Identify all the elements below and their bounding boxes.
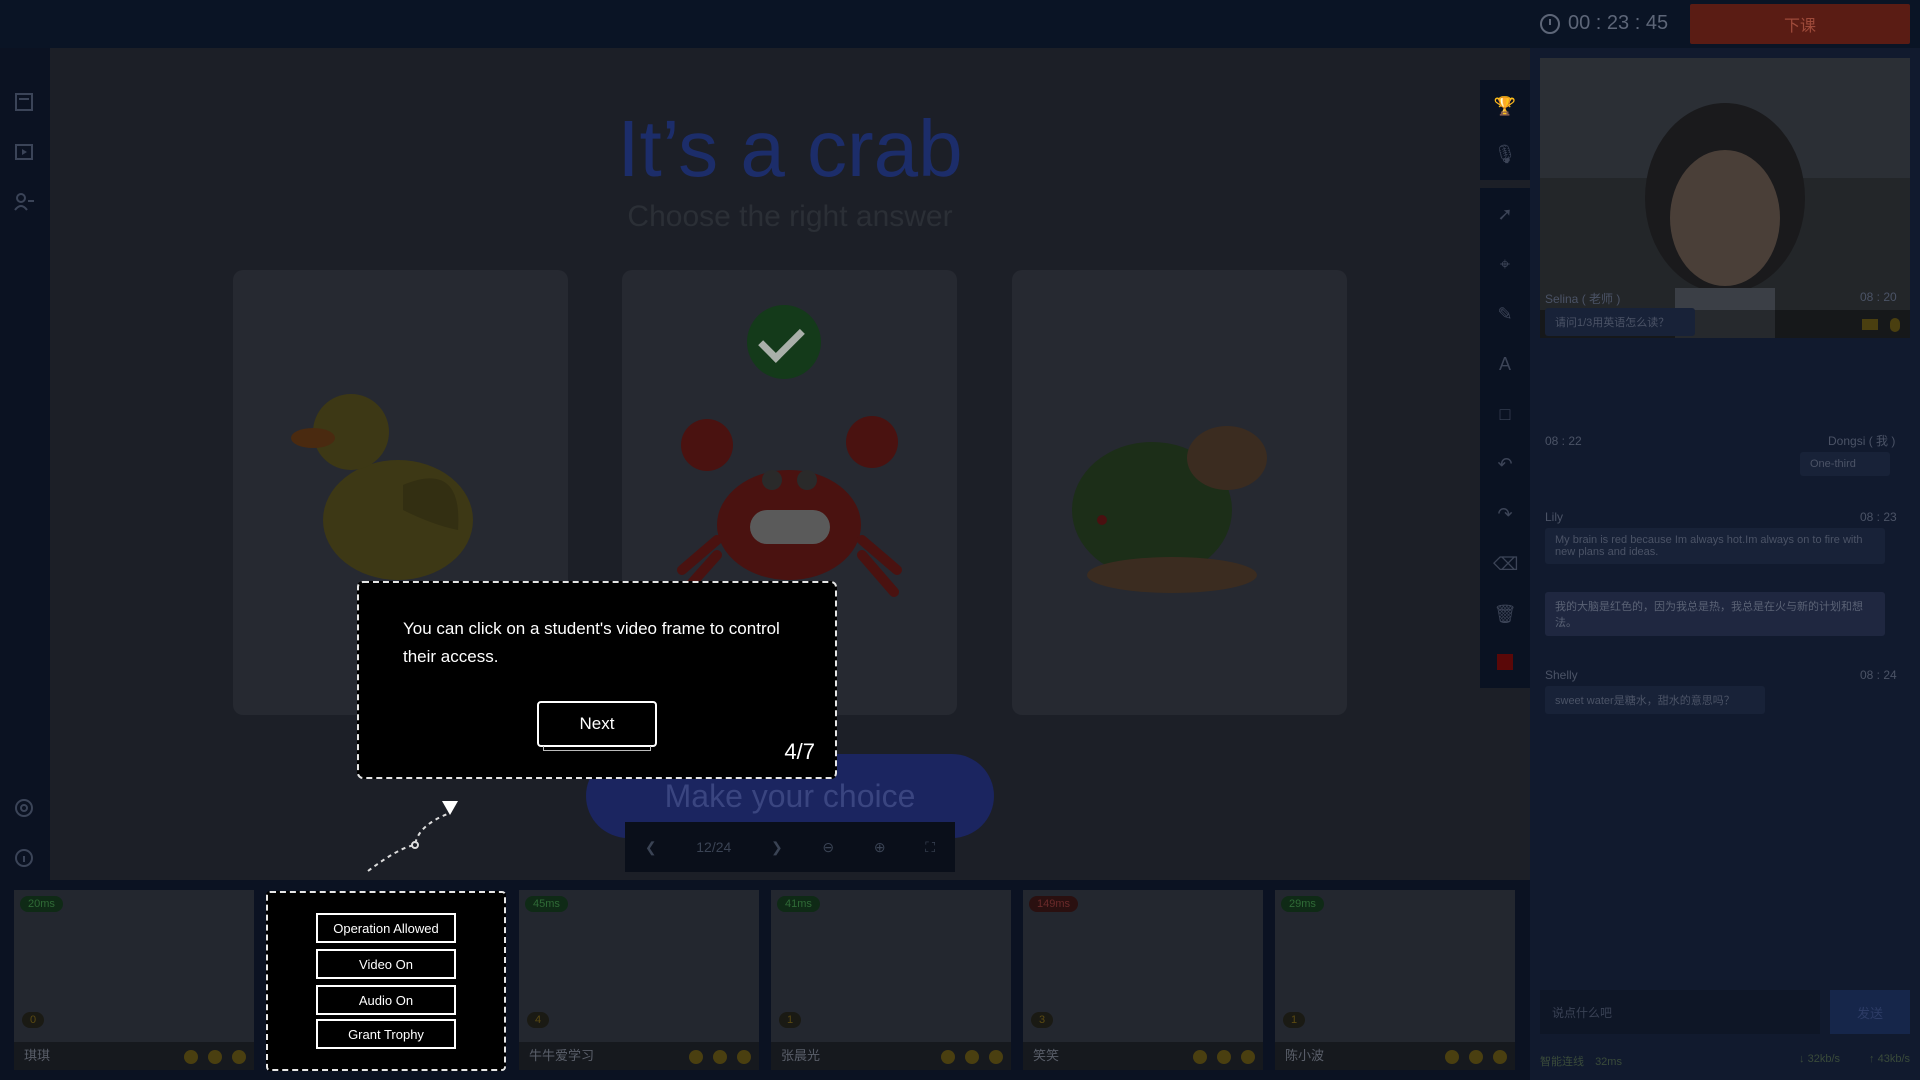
microphone-icon[interactable]: 🎙 xyxy=(1493,142,1517,166)
operation-allowed-button[interactable]: Operation Allowed xyxy=(316,913,456,943)
chat-time: 08 : 23 xyxy=(1860,510,1897,524)
pen-icon[interactable] xyxy=(1493,1050,1507,1064)
chat-translation: 我的大脑是红色的，因为我总是热，我总是在火与新的计划和想法。 xyxy=(1545,592,1885,636)
choice-card-turtle[interactable] xyxy=(1012,270,1347,715)
pen-icon[interactable] xyxy=(737,1050,751,1064)
chat-bubble: sweet water是糖水，甜水的意思吗？ xyxy=(1545,686,1765,714)
student-video[interactable]: 41ms 1 张晨光 xyxy=(771,890,1011,1070)
chat-bubble: One-third xyxy=(1800,452,1890,476)
chat-bubble: My brain is red because Im always hot.Im… xyxy=(1545,528,1885,564)
color-picker-icon[interactable] xyxy=(1493,652,1517,676)
chat-time: 08 : 20 xyxy=(1860,290,1897,304)
mic-icon[interactable] xyxy=(1890,318,1900,332)
tutorial-arrow-icon xyxy=(367,801,458,872)
chat-input[interactable]: 说点什么吧 xyxy=(1540,990,1820,1034)
trophy-badge: 1 xyxy=(779,1012,802,1028)
slide-pager: ❮ 12/24 ❯ ⊖ ⊕ ⛶ xyxy=(625,822,955,872)
ping-badge: 29ms xyxy=(1281,896,1324,912)
zoom-in-icon[interactable]: ⊕ xyxy=(874,839,886,856)
trophy-icon[interactable]: 🏆 xyxy=(1493,94,1517,118)
download-rate: ↓ 32kb/s xyxy=(1799,1053,1840,1065)
user-icon[interactable] xyxy=(965,1050,979,1064)
pen-icon[interactable] xyxy=(989,1050,1003,1064)
next-button[interactable]: Next xyxy=(537,701,657,751)
left-nav xyxy=(0,48,50,880)
pen-icon[interactable]: ✎ xyxy=(1493,302,1517,326)
chat-bubble: 请问1/3用英语怎么读？ xyxy=(1545,308,1695,336)
trash-icon[interactable]: 🗑 xyxy=(1493,602,1517,626)
chat-time: 08 : 24 xyxy=(1860,668,1897,682)
latency: 32ms xyxy=(1595,1056,1622,1068)
end-class-button[interactable]: 下课 xyxy=(1690,4,1910,44)
zoom-out-icon[interactable]: ⊖ xyxy=(822,839,834,856)
tutorial-tooltip: You can click on a student's video frame… xyxy=(357,581,837,779)
mic-icon[interactable] xyxy=(941,1050,955,1064)
ping-badge: 20ms xyxy=(20,896,63,912)
redo-icon[interactable]: ↷ xyxy=(1493,502,1517,526)
chat-sender: Lily xyxy=(1545,510,1564,524)
courseware-icon[interactable] xyxy=(12,90,36,114)
text-icon[interactable]: A xyxy=(1493,352,1517,376)
upload-rate: ↑ 43kb/s xyxy=(1869,1053,1910,1065)
camera-icon[interactable] xyxy=(1862,319,1878,330)
trophy-badge: 1 xyxy=(1283,1012,1306,1028)
media-toolbar: 🏆 🎙 xyxy=(1480,80,1530,180)
pen-icon[interactable] xyxy=(1241,1050,1255,1064)
trophy-badge: 0 xyxy=(22,1012,45,1028)
slide-subtitle: Choose the right answer xyxy=(627,200,953,233)
drawing-toolbar: ➚ ⌖ ✎ A □ ↶ ↷ ⌫ 🗑 xyxy=(1480,188,1530,688)
right-panel: Selina Selina ( 老师 ) 08 : 20 请问1/3用英语怎么读… xyxy=(1530,48,1920,1080)
chat-sender: Shelly xyxy=(1545,668,1578,682)
timer-text: 00 : 23 : 45 xyxy=(1568,12,1669,34)
pen-icon[interactable] xyxy=(232,1050,246,1064)
student-control-menu: Operation Allowed Video On Audio On Gran… xyxy=(266,891,506,1071)
send-button[interactable]: 发送 xyxy=(1830,990,1910,1034)
video-on-button[interactable]: Video On xyxy=(316,949,456,979)
top-bar: 00 : 23 : 45 下课 xyxy=(0,0,1920,48)
mic-icon[interactable] xyxy=(1445,1050,1459,1064)
chat-sender: Selina ( 老师 ) xyxy=(1545,292,1621,306)
grant-trophy-button[interactable]: Grant Trophy xyxy=(316,1019,456,1049)
pointer-icon[interactable]: ➚ xyxy=(1493,202,1517,226)
slide-title: It’s a crab xyxy=(617,104,963,193)
tooltip-step: 4/7 xyxy=(784,739,815,764)
settings-icon[interactable] xyxy=(12,796,36,820)
user-icon[interactable] xyxy=(208,1050,222,1064)
ping-badge: 45ms xyxy=(525,896,568,912)
prev-page-icon[interactable]: ❮ xyxy=(645,839,657,856)
status-bar: 智能连线 32ms ↑ 43kb/s ↓ 32kb/s xyxy=(1540,1053,1910,1073)
video-icon[interactable] xyxy=(12,140,36,164)
chat-sender: Dongsi ( 我 ) xyxy=(1828,434,1896,448)
user-icon[interactable] xyxy=(713,1050,727,1064)
student-video[interactable]: 45ms 4 牛牛爱学习 xyxy=(519,890,759,1070)
undo-icon[interactable]: ↶ xyxy=(1493,452,1517,476)
eraser-icon[interactable]: ⌫ xyxy=(1493,552,1518,576)
laser-icon[interactable]: ⌖ xyxy=(1493,252,1517,276)
student-video[interactable]: 29ms 1 陈小波 xyxy=(1275,890,1515,1070)
students-icon[interactable] xyxy=(12,190,36,214)
tooltip-text: You can click on a student's video frame… xyxy=(403,619,780,666)
student-video[interactable]: 20ms 0 琪琪 xyxy=(14,890,254,1070)
student-video[interactable]: 149ms 3 笑笑 xyxy=(1023,890,1263,1070)
trophy-badge: 4 xyxy=(527,1012,550,1028)
ping-badge: 149ms xyxy=(1029,896,1079,912)
mic-off-icon[interactable] xyxy=(1193,1050,1207,1064)
mic-icon[interactable] xyxy=(689,1050,703,1064)
next-page-icon[interactable]: ❯ xyxy=(771,839,783,856)
user-icon[interactable] xyxy=(1217,1050,1231,1064)
audio-on-button[interactable]: Audio On xyxy=(316,985,456,1015)
chat-time: 08 : 22 xyxy=(1545,434,1582,448)
clock-icon xyxy=(1540,13,1560,34)
ping-badge: 41ms xyxy=(777,896,820,912)
fullscreen-icon[interactable]: ⛶ xyxy=(925,839,935,856)
mic-icon[interactable] xyxy=(184,1050,198,1064)
page-indicator: 12/24 xyxy=(696,839,732,855)
user-icon[interactable] xyxy=(1469,1050,1483,1064)
trophy-badge: 3 xyxy=(1031,1012,1054,1028)
turtle-image xyxy=(1072,426,1267,593)
class-timer: 00 : 23 : 45 xyxy=(1540,12,1668,35)
info-icon[interactable] xyxy=(12,846,36,870)
shape-icon[interactable]: □ xyxy=(1493,402,1517,426)
connection-status: 智能连线 xyxy=(1540,1056,1584,1068)
